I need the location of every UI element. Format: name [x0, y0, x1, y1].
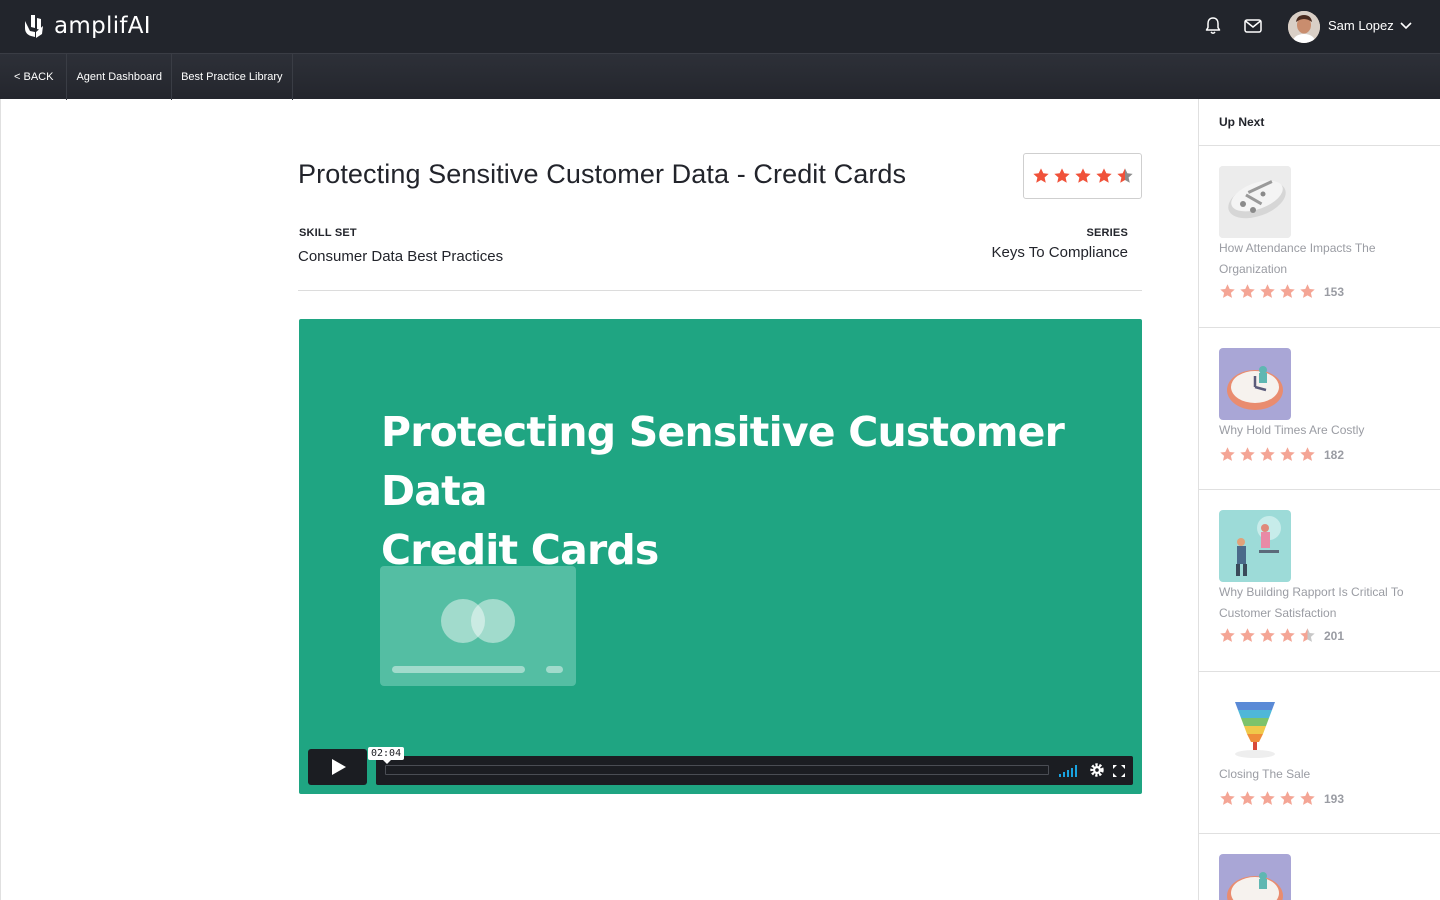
video-slide-title-line1: Protecting Sensitive Customer Data	[381, 408, 1065, 515]
clock-figures-thumb	[1219, 166, 1291, 238]
up-next-item[interactable]	[1199, 834, 1440, 900]
fullscreen-icon[interactable]	[1112, 764, 1126, 778]
video-timecode: 02:04	[368, 747, 405, 764]
star-icon	[1300, 284, 1315, 298]
up-next-item-title: Why Building Rapport Is Critical To Cust…	[1219, 585, 1404, 620]
up-next-item-title: Why Hold Times Are Costly	[1219, 423, 1365, 437]
star-icon	[1280, 447, 1295, 461]
card-circle-right	[471, 599, 515, 643]
hold-time-clock-image	[1219, 854, 1291, 900]
main-content: Protecting Sensitive Customer Data - Cre…	[0, 99, 1199, 900]
up-next-heading: Up Next	[1199, 99, 1440, 146]
username[interactable]: Sam Lopez	[1328, 18, 1394, 33]
video-slide-title: Protecting Sensitive Customer Data Credi…	[381, 403, 1142, 580]
settings-gear-icon[interactable]	[1089, 762, 1105, 778]
up-next-item[interactable]: Why Hold Times Are Costly 182	[1199, 328, 1440, 490]
up-next-item[interactable]: Why Building Rapport Is Critical To Cust…	[1199, 490, 1440, 672]
star-icon	[1116, 168, 1133, 183]
skill-set-label: SKILL SET	[299, 227, 357, 239]
star-icon	[1280, 628, 1295, 642]
star-icon	[1280, 284, 1295, 298]
logo-text: amplifAI	[54, 13, 151, 39]
play-button[interactable]	[308, 749, 367, 785]
star-icon	[1240, 284, 1255, 298]
video-rating[interactable]	[1023, 153, 1142, 199]
star-icon	[1300, 447, 1315, 461]
up-next-item-rating: 201	[1219, 627, 1344, 644]
breadcrumb-nav: < BACK Agent Dashboard Best Practice Lib…	[0, 53, 1440, 100]
up-next-item-count: 201	[1324, 628, 1345, 643]
skill-set-value: Consumer Data Best Practices	[298, 248, 504, 265]
up-next-item-rating: 182	[1219, 446, 1344, 463]
up-next-item-count: 153	[1324, 284, 1345, 299]
card-number-line	[392, 666, 525, 673]
star-icon	[1053, 168, 1070, 183]
rapport-people-thumb	[1219, 510, 1291, 582]
logo-icon	[25, 15, 43, 38]
video-progress-bar[interactable]	[385, 765, 1049, 775]
clock-purple-thumb	[1219, 854, 1291, 900]
up-next-item-count: 182	[1324, 447, 1345, 462]
mail-icon[interactable]	[1242, 15, 1264, 37]
clock-purple-thumb	[1219, 348, 1291, 420]
series-value: Keys To Compliance	[991, 244, 1128, 261]
star-icon	[1032, 168, 1049, 183]
star-icon	[1260, 791, 1275, 805]
video-controls	[376, 756, 1133, 785]
up-next-item-title: Closing The Sale	[1219, 767, 1311, 781]
up-next-item-count: 193	[1324, 791, 1345, 806]
star-icon	[1220, 284, 1235, 298]
clock-figures-image	[1219, 166, 1291, 238]
star-icon	[1220, 447, 1235, 461]
page-title: Protecting Sensitive Customer Data - Cre…	[298, 159, 907, 189]
app-logo[interactable]: amplifAI	[22, 12, 151, 40]
star-icon	[1240, 791, 1255, 805]
avatar[interactable]	[1288, 11, 1320, 43]
rapport-people-image	[1219, 510, 1291, 582]
star-icon	[1260, 284, 1275, 298]
star-icon	[1280, 791, 1295, 805]
star-icon	[1095, 168, 1112, 183]
video-player[interactable]: Protecting Sensitive Customer Data Credi…	[299, 319, 1142, 794]
star-icon	[1074, 168, 1091, 183]
up-next-item-title: How Attendance Impacts The Organization	[1219, 241, 1376, 276]
up-next-item[interactable]: Closing The Sale 193	[1199, 672, 1440, 834]
up-next-item-rating: 153	[1219, 283, 1344, 300]
funnel-thumb	[1219, 692, 1291, 764]
play-icon	[331, 759, 346, 775]
star-icon	[1300, 628, 1315, 642]
star-icon	[1220, 628, 1235, 642]
volume-icon[interactable]	[1058, 764, 1080, 778]
chevron-down-icon[interactable]	[1398, 17, 1414, 33]
nav-best-practice-library[interactable]: Best Practice Library	[172, 54, 293, 100]
star-icon	[1300, 791, 1315, 805]
star-icon	[1240, 628, 1255, 642]
credit-card-graphic	[380, 566, 576, 686]
sales-funnel-image	[1219, 692, 1291, 764]
up-next-item-rating: 193	[1219, 790, 1344, 807]
back-link[interactable]: < BACK	[0, 54, 68, 100]
up-next-sidebar: Up Next How Attendance Impacts The Organ…	[1198, 99, 1440, 900]
star-icon	[1240, 447, 1255, 461]
up-next-item[interactable]: How Attendance Impacts The Organization …	[1199, 146, 1440, 328]
card-short-line	[546, 666, 563, 673]
bell-icon[interactable]	[1202, 15, 1224, 37]
series-label: SERIES	[1086, 227, 1128, 239]
divider	[298, 290, 1142, 291]
star-icon	[1260, 447, 1275, 461]
nav-agent-dashboard[interactable]: Agent Dashboard	[67, 54, 173, 100]
star-icon	[1220, 791, 1235, 805]
hold-time-clock-image	[1219, 348, 1291, 420]
top-bar: amplifAI Sam Lopez	[0, 0, 1440, 53]
star-icon	[1260, 628, 1275, 642]
avatar-image	[1288, 11, 1320, 43]
